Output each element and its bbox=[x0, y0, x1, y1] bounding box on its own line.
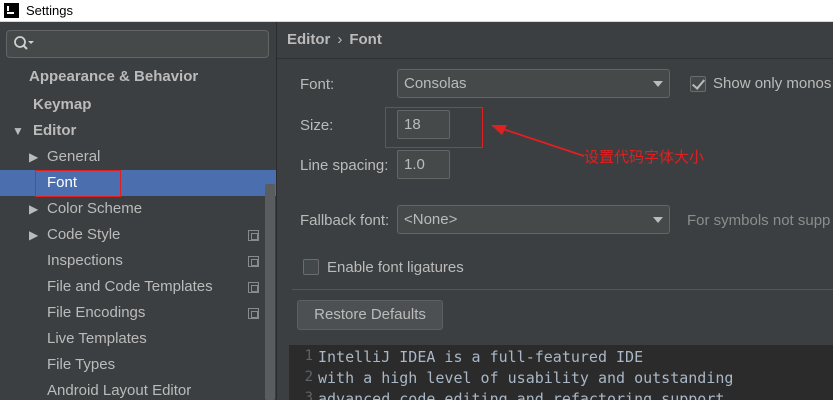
line-spacing-field[interactable]: 1.0 bbox=[397, 150, 450, 179]
sidebar-item-android-layout-editor[interactable]: Android Layout Editor bbox=[0, 378, 276, 400]
chevron-down-icon[interactable] bbox=[653, 217, 663, 223]
font-settings-panel: Editor › Font Font: Consolas Show only mon… bbox=[277, 22, 833, 400]
header-divider bbox=[277, 58, 833, 59]
font-dropdown-value: Consolas bbox=[404, 75, 467, 92]
intellij-app-icon bbox=[4, 3, 19, 18]
sidebar-item-code-style[interactable]: ▶ Code Style bbox=[0, 222, 276, 248]
breadcrumb: Editor › Font bbox=[287, 31, 382, 48]
preview-line-text: advanced code editing and refactoring su… bbox=[318, 390, 725, 400]
sidebar-item-label: Keymap bbox=[33, 96, 92, 113]
sidebar-item-file-types[interactable]: File Types bbox=[0, 352, 276, 378]
sidebar-item-file-code-templates[interactable]: File and Code Templates bbox=[0, 274, 276, 300]
font-label: Font: bbox=[300, 76, 335, 93]
chevron-down-icon[interactable] bbox=[653, 81, 663, 87]
annotation-highlight-box bbox=[35, 170, 121, 197]
project-settings-icon bbox=[248, 256, 259, 267]
fallback-font-hint: For symbols not supp bbox=[687, 212, 831, 229]
sidebar-item-label: Android Layout Editor bbox=[47, 382, 192, 399]
settings-sidebar: Appearance & Behavior Keymap ▼ Editor ▶ … bbox=[0, 22, 277, 400]
font-ligatures-checkbox[interactable] bbox=[303, 259, 319, 275]
annotation-highlight-box bbox=[385, 107, 483, 148]
sidebar-item-appearance-behavior[interactable]: Appearance & Behavior bbox=[0, 64, 276, 90]
sidebar-scrollbar[interactable] bbox=[265, 184, 275, 400]
breadcrumb-separator: › bbox=[337, 31, 343, 48]
sidebar-item-label: General bbox=[47, 148, 101, 165]
sidebar-item-color-scheme[interactable]: ▶ Color Scheme bbox=[0, 196, 276, 222]
project-settings-icon bbox=[248, 282, 259, 293]
sidebar-item-label: Color Scheme bbox=[47, 200, 143, 217]
show-monospaced-checkbox[interactable] bbox=[690, 76, 706, 92]
line-spacing-label: Line spacing: bbox=[300, 157, 389, 174]
settings-search-input[interactable] bbox=[39, 34, 264, 54]
line-number: 1 bbox=[304, 348, 313, 364]
preview-line-text: IntelliJ IDEA is a full-featured IDE bbox=[318, 348, 644, 366]
sidebar-item-font[interactable]: Font bbox=[0, 170, 276, 197]
fallback-font-value: <None> bbox=[404, 211, 458, 228]
project-settings-icon bbox=[248, 308, 259, 319]
line-number: 3 bbox=[304, 390, 313, 400]
sidebar-item-file-encodings[interactable]: File Encodings bbox=[0, 300, 276, 326]
window-title: Settings bbox=[26, 3, 73, 18]
sidebar-item-label: File and Code Templates bbox=[47, 278, 213, 295]
breadcrumb-parent: Editor bbox=[287, 31, 331, 48]
collapsed-arrow-icon[interactable]: ▶ bbox=[29, 222, 41, 248]
sidebar-item-label: Live Templates bbox=[47, 330, 147, 347]
section-divider bbox=[292, 289, 833, 290]
sidebar-item-label: File Encodings bbox=[47, 304, 146, 321]
fallback-font-dropdown[interactable]: <None> bbox=[397, 205, 670, 234]
settings-search-box[interactable] bbox=[6, 30, 269, 58]
show-monospaced-label[interactable]: Show only monos bbox=[713, 75, 831, 92]
search-icon[interactable] bbox=[13, 35, 35, 53]
sidebar-item-editor[interactable]: ▼ Editor bbox=[0, 118, 276, 144]
size-label: Size: bbox=[300, 117, 334, 134]
fallback-font-label: Fallback font: bbox=[300, 212, 390, 229]
sidebar-item-label: Editor bbox=[33, 122, 77, 139]
line-number: 2 bbox=[304, 369, 313, 385]
preview-line-text: with a high level of usability and outst… bbox=[318, 369, 734, 387]
project-settings-icon bbox=[248, 230, 259, 241]
sidebar-item-general[interactable]: ▶ General bbox=[0, 144, 276, 170]
restore-defaults-button[interactable]: Restore Defaults bbox=[297, 300, 443, 330]
annotation-arrow-icon bbox=[491, 125, 585, 157]
sidebar-item-label: File Types bbox=[47, 356, 116, 373]
font-dropdown[interactable]: Consolas bbox=[397, 69, 670, 98]
breadcrumb-current: Font bbox=[349, 31, 382, 48]
title-bar: Settings bbox=[0, 0, 833, 22]
sidebar-item-label: Appearance & Behavior bbox=[29, 68, 199, 85]
sidebar-item-label: Inspections bbox=[47, 252, 123, 269]
sidebar-item-live-templates[interactable]: Live Templates bbox=[0, 326, 276, 352]
collapsed-arrow-icon[interactable]: ▶ bbox=[29, 144, 41, 170]
font-ligatures-label[interactable]: Enable font ligatures bbox=[327, 259, 464, 276]
collapsed-arrow-icon[interactable]: ▶ bbox=[29, 196, 41, 222]
expanded-arrow-icon[interactable]: ▼ bbox=[12, 118, 24, 144]
annotation-text: 设置代码字体大小 bbox=[584, 148, 705, 166]
sidebar-item-label: Code Style bbox=[47, 226, 121, 243]
sidebar-item-inspections[interactable]: Inspections bbox=[0, 248, 276, 274]
sidebar-item-keymap[interactable]: Keymap bbox=[0, 92, 276, 118]
line-spacing-value: 1.0 bbox=[404, 156, 425, 173]
font-preview-editor[interactable]: 1 IntelliJ IDEA is a full-featured IDE 2… bbox=[289, 345, 833, 400]
